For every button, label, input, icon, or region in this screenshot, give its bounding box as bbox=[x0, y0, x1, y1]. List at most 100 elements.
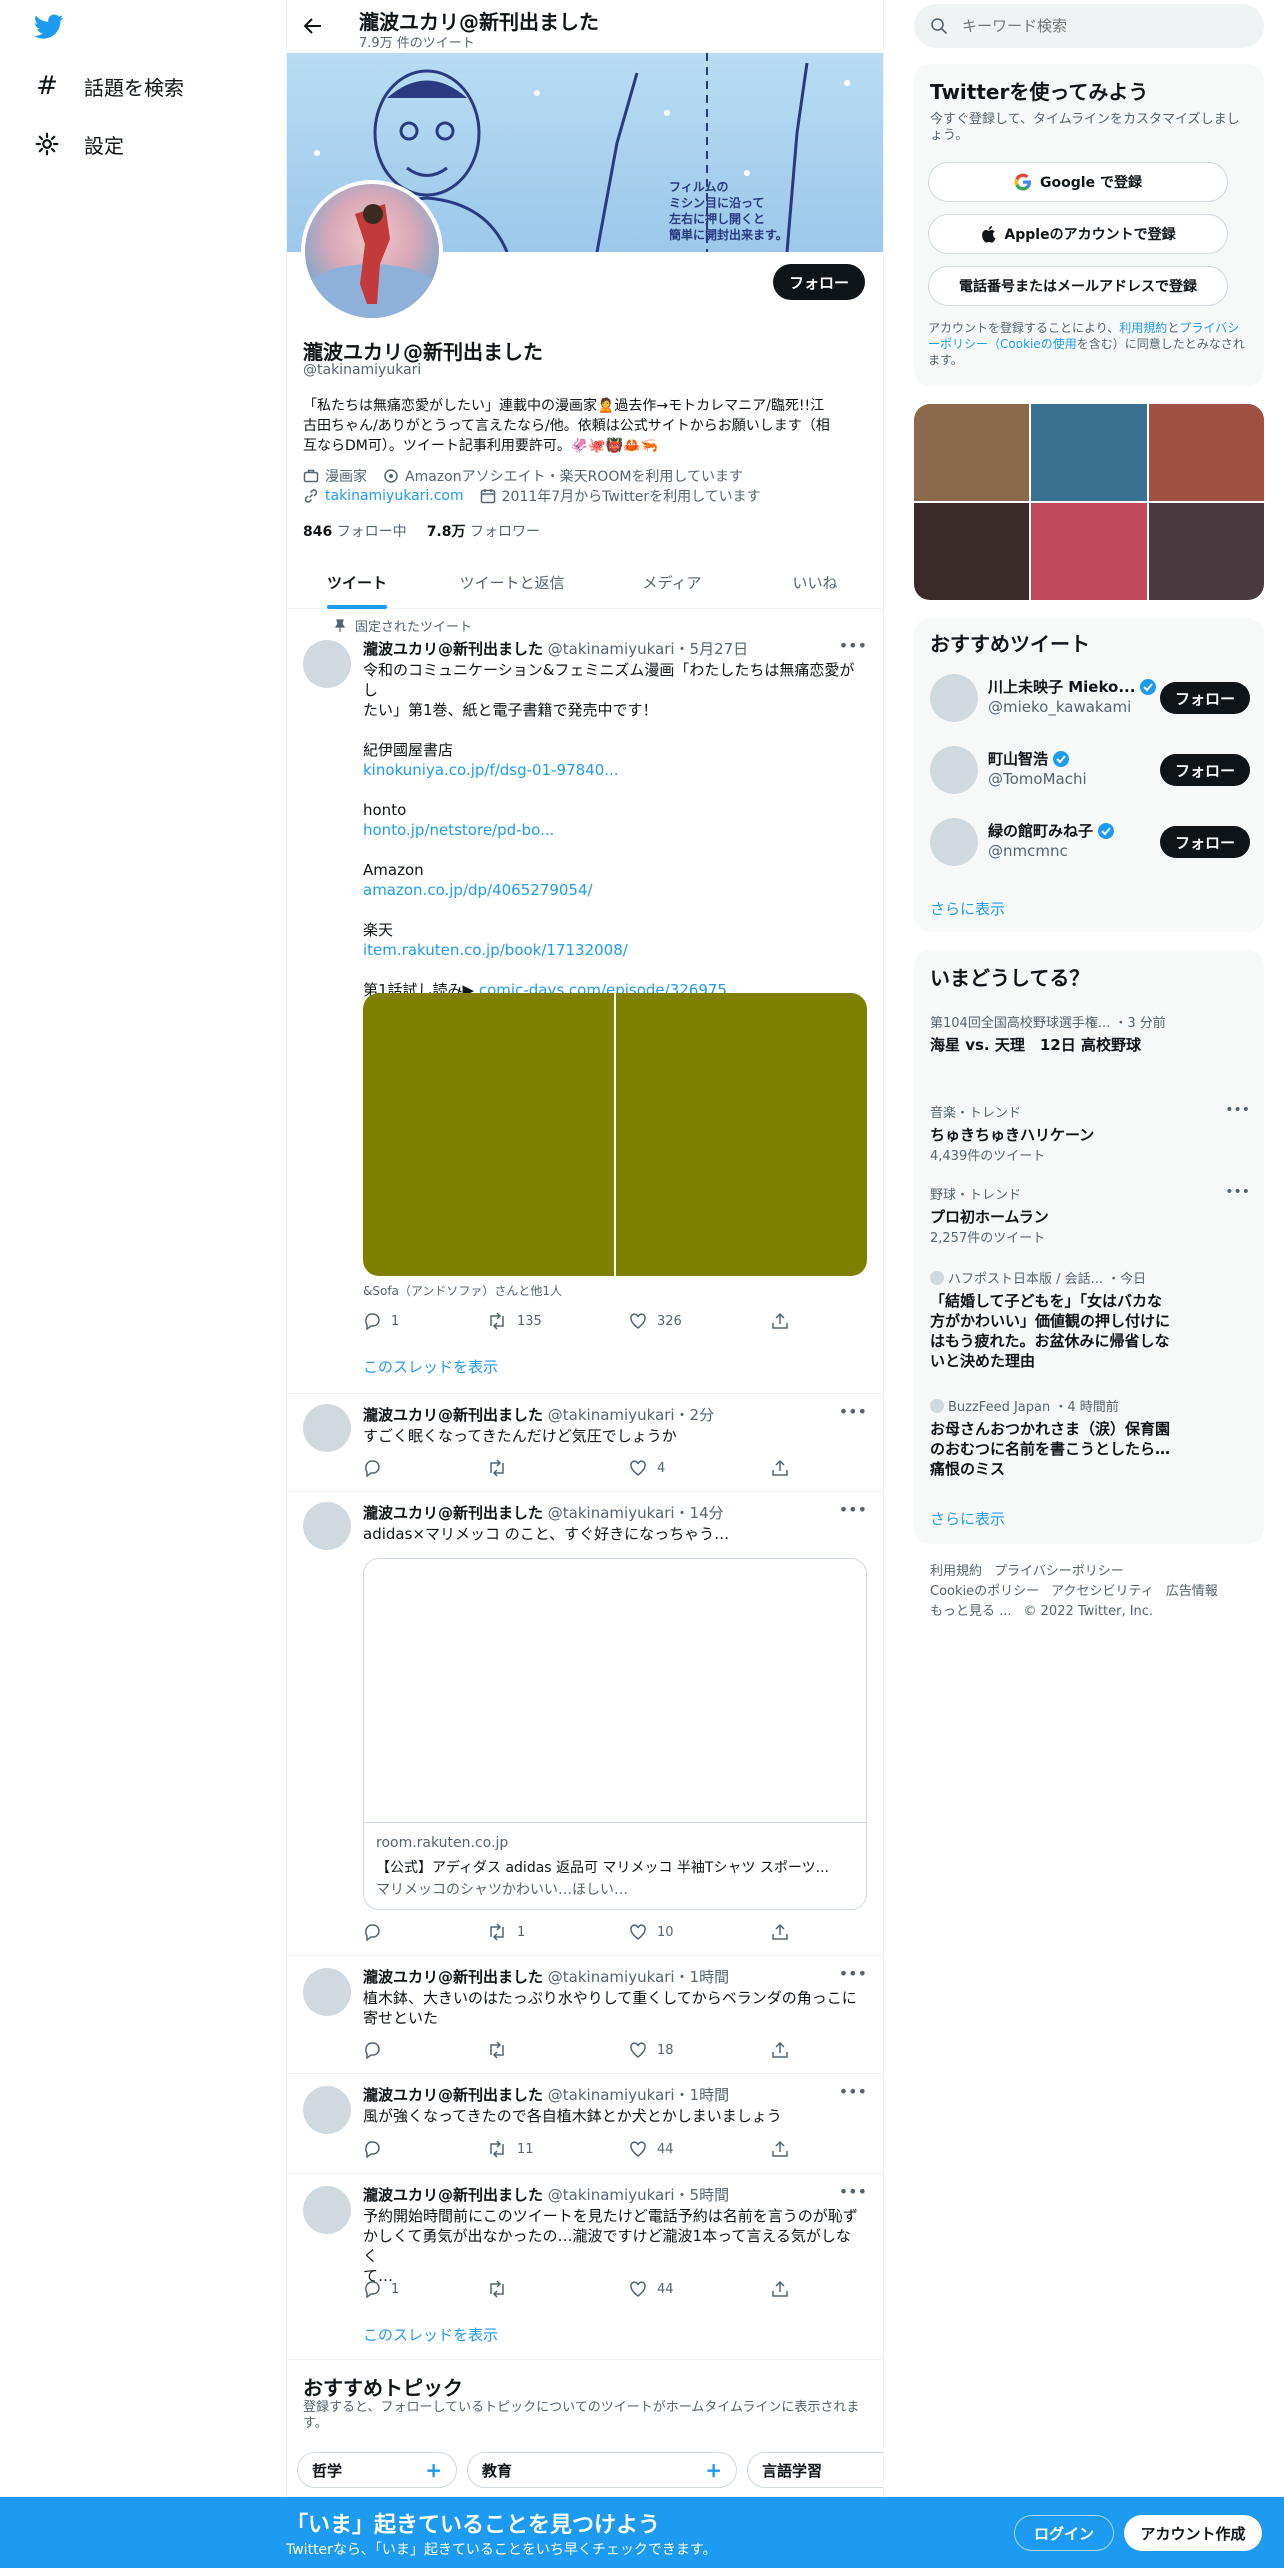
trend-more-icon[interactable]: ••• bbox=[1225, 1102, 1250, 1118]
media-thumbnail[interactable] bbox=[1031, 503, 1147, 600]
tweet-pinned[interactable]: 固定されたツイート 瀧波ユカリ@新刊出ました @takinamiyukari・5… bbox=[287, 610, 883, 1394]
search-box[interactable] bbox=[914, 4, 1264, 48]
tweet-author[interactable]: 瀧波ユカリ@新刊出ました bbox=[363, 1406, 543, 1424]
user-avatar[interactable] bbox=[930, 746, 978, 794]
topic-chip[interactable]: 言語学習 bbox=[747, 2452, 883, 2488]
google-signup-button[interactable]: Google で登録 bbox=[928, 162, 1228, 202]
tweet[interactable]: 瀧波ユカリ@新刊出ました @takinamiyukari・2分 ••• すごく眠… bbox=[287, 1394, 883, 1492]
media-image-right[interactable] bbox=[616, 993, 867, 1276]
footer-link[interactable]: 広告情報 bbox=[1166, 1582, 1218, 1602]
search-input[interactable] bbox=[962, 17, 1222, 35]
tweet-avatar[interactable] bbox=[303, 640, 351, 688]
follow-button[interactable]: フォロー bbox=[1160, 682, 1250, 714]
follow-button[interactable]: フォロー bbox=[773, 264, 865, 300]
media-thumbnail[interactable] bbox=[1148, 503, 1264, 600]
tweet-avatar[interactable] bbox=[303, 2086, 351, 2134]
like-button[interactable]: 326 bbox=[629, 1312, 682, 1330]
media-thumbnail[interactable] bbox=[1148, 404, 1264, 501]
share-button[interactable] bbox=[771, 2280, 789, 2298]
topic-chip[interactable]: 教育 + bbox=[467, 2452, 737, 2488]
retweet-button[interactable] bbox=[487, 2041, 517, 2059]
trend-item[interactable]: 音楽・トレンド ちゅきちゅきハリケーン 4,439件のツイート ••• bbox=[930, 1102, 1250, 1164]
like-button[interactable]: 4 bbox=[629, 1459, 665, 1477]
media-image-left[interactable] bbox=[363, 993, 614, 1276]
plus-icon[interactable]: + bbox=[425, 2458, 442, 2482]
tweet-author[interactable]: 瀧波ユカリ@新刊出ました bbox=[363, 640, 543, 658]
login-button[interactable]: ログイン bbox=[1014, 2515, 1114, 2551]
trend-news-item[interactable]: BuzzFeed Japan ・4 時間前 お母さんおつかれさま（涙）保育園のお… bbox=[930, 1396, 1170, 1479]
tweet[interactable]: 瀧波ユカリ@新刊出ました @takinamiyukari・1時間 ••• 植木鉢… bbox=[287, 1956, 883, 2074]
user-avatar[interactable] bbox=[930, 674, 978, 722]
retweet-button[interactable] bbox=[487, 1459, 517, 1477]
more-icon[interactable]: ••• bbox=[839, 1964, 867, 1983]
tab-likes[interactable]: いいね bbox=[747, 556, 883, 609]
show-thread-link[interactable]: このスレッドを表示 bbox=[363, 1356, 498, 1377]
link-card[interactable]: room.rakuten.co.jp 【公式】アディダス adidas 返品可 … bbox=[363, 1558, 867, 1910]
more-icon[interactable]: ••• bbox=[839, 2082, 867, 2101]
reply-button[interactable] bbox=[363, 2140, 391, 2158]
retweet-button[interactable]: 11 bbox=[487, 2140, 534, 2158]
trend-more-icon[interactable]: ••• bbox=[1225, 1184, 1250, 1200]
trend-item[interactable]: 野球・トレンド プロ初ホームラン 2,257件のツイート ••• bbox=[930, 1184, 1250, 1246]
tweet[interactable]: 瀧波ユカリ@新刊出ました @takinamiyukari・14分 ••• adi… bbox=[287, 1492, 883, 1956]
media-thumbnail[interactable] bbox=[1031, 404, 1147, 501]
profile-avatar[interactable] bbox=[301, 180, 443, 322]
reply-button[interactable] bbox=[363, 1459, 391, 1477]
tweet-avatar[interactable] bbox=[303, 1968, 351, 2016]
tab-tweets[interactable]: ツイート bbox=[287, 556, 427, 609]
create-account-button[interactable]: アカウント作成 bbox=[1124, 2515, 1262, 2551]
like-button[interactable]: 10 bbox=[629, 1923, 674, 1941]
tweet-author[interactable]: 瀧波ユカリ@新刊出ました bbox=[363, 2186, 543, 2204]
footer-link[interactable]: 利用規約 bbox=[930, 1562, 982, 1582]
more-icon[interactable]: ••• bbox=[839, 2182, 867, 2201]
tweet-avatar[interactable] bbox=[303, 1404, 351, 1452]
retweet-button[interactable]: 1 bbox=[487, 1923, 525, 1941]
share-button[interactable] bbox=[771, 1923, 789, 1941]
footer-link[interactable]: プライバシーポリシー bbox=[994, 1562, 1124, 1582]
footer-link[interactable]: アクセシビリティ bbox=[1051, 1582, 1154, 1602]
share-button[interactable] bbox=[771, 1459, 789, 1477]
terms-link[interactable]: 利用規約 bbox=[1119, 321, 1167, 335]
tweet-author[interactable]: 瀧波ユカリ@新刊出ました bbox=[363, 1968, 543, 1986]
tweet-avatar[interactable] bbox=[303, 1502, 351, 1550]
media-thumbnail[interactable] bbox=[914, 404, 1030, 501]
store-link[interactable]: amazon.co.jp/dp/4065279054/ bbox=[363, 880, 863, 900]
tweet-media[interactable] bbox=[363, 993, 867, 1276]
profile-website[interactable]: takinamiyukari.com bbox=[325, 488, 464, 504]
nav-settings[interactable]: 設定 bbox=[34, 124, 124, 164]
store-link[interactable]: item.rakuten.co.jp/book/17132008/ bbox=[363, 940, 863, 960]
following-link[interactable]: 846 フォロー中 bbox=[303, 521, 407, 541]
reply-button[interactable] bbox=[363, 2041, 391, 2059]
share-button[interactable] bbox=[771, 1312, 789, 1330]
tweet[interactable]: 瀧波ユカリ@新刊出ました @takinamiyukari・1時間 ••• 風が強… bbox=[287, 2074, 883, 2174]
media-thumbnail[interactable] bbox=[914, 503, 1030, 600]
like-button[interactable]: 44 bbox=[629, 2140, 674, 2158]
more-icon[interactable]: ••• bbox=[839, 1402, 867, 1421]
store-link[interactable]: honto.jp/netstore/pd-bo... bbox=[363, 820, 863, 840]
reply-button[interactable]: 1 bbox=[363, 2280, 399, 2298]
footer-more-link[interactable]: もっと見る ... bbox=[930, 1602, 1012, 1622]
tweet[interactable]: 瀧波ユカリ@新刊出ました @takinamiyukari・5時間 ••• 予約開… bbox=[287, 2174, 883, 2360]
back-arrow-icon[interactable] bbox=[303, 16, 323, 36]
media-tagged[interactable]: &Sofa（アンドソファ）さんと他1人 bbox=[363, 1282, 562, 1299]
follow-button[interactable]: フォロー bbox=[1160, 754, 1250, 786]
retweet-button[interactable]: 135 bbox=[487, 1312, 542, 1330]
tab-tweets-replies[interactable]: ツイートと返信 bbox=[427, 556, 597, 609]
trend-item[interactable]: 第104回全国高校野球選手権... ・3 分前 海星 vs. 天理 12日 高校… bbox=[930, 1012, 1250, 1055]
phone-email-signup-button[interactable]: 電話番号またはメールアドレスで登録 bbox=[928, 266, 1228, 306]
reply-button[interactable] bbox=[363, 1923, 391, 1941]
follow-button[interactable]: フォロー bbox=[1160, 826, 1250, 858]
like-button[interactable]: 44 bbox=[629, 2280, 674, 2298]
tab-media[interactable]: メディア bbox=[597, 556, 747, 609]
more-icon[interactable]: ••• bbox=[839, 636, 867, 655]
recommended-more-link[interactable]: さらに表示 bbox=[930, 898, 1005, 919]
trend-news-item[interactable]: ハフポスト日本版 / 会話... ・今日 「結婚して子どもを」「女はバカな方がか… bbox=[930, 1268, 1170, 1371]
user-avatar[interactable] bbox=[930, 818, 978, 866]
trends-more-link[interactable]: さらに表示 bbox=[930, 1508, 1005, 1529]
store-link[interactable]: kinokuniya.co.jp/f/dsg-01-97840... bbox=[363, 760, 863, 780]
tweet-avatar[interactable] bbox=[303, 2186, 351, 2234]
share-button[interactable] bbox=[771, 2041, 789, 2059]
reply-button[interactable]: 1 bbox=[363, 1312, 399, 1330]
topic-chip[interactable]: 哲学 + bbox=[297, 2452, 457, 2488]
twitter-logo-icon[interactable] bbox=[34, 14, 64, 40]
